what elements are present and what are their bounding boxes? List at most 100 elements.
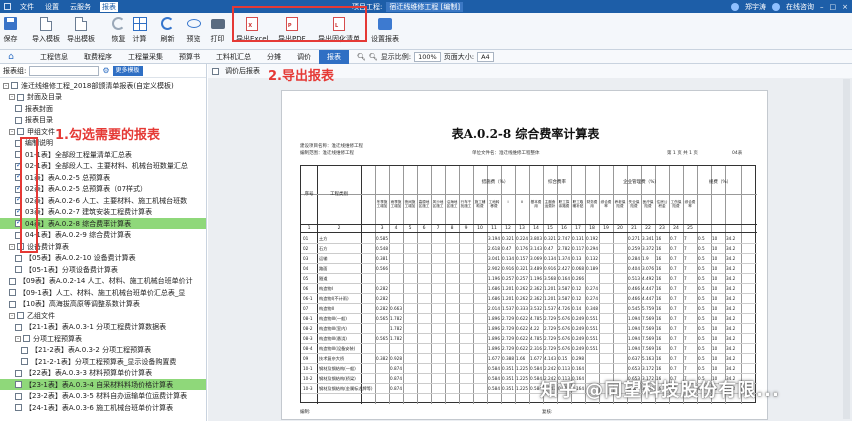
row-category: 构造物III(设备安装) xyxy=(319,346,356,351)
report-group-select[interactable] xyxy=(29,65,100,76)
report-checkbox[interactable] xyxy=(21,346,28,354)
print-button[interactable]: 打印 xyxy=(210,15,225,48)
tree-item[interactable]: 【21-1表】表A.0.3-1 分项工程费计算数据表 xyxy=(0,322,206,333)
tab-3[interactable]: 预算书 xyxy=(171,50,208,64)
header-fees: 规费（%） xyxy=(708,180,732,185)
report-checkbox[interactable] xyxy=(17,312,24,319)
report-checkbox[interactable] xyxy=(15,323,22,331)
vertical-scrollbar[interactable] xyxy=(843,79,850,419)
report-checkbox[interactable] xyxy=(9,300,16,308)
report-checkbox[interactable] xyxy=(15,105,22,112)
report-checkbox[interactable] xyxy=(17,128,24,135)
collapse-icon[interactable]: - xyxy=(9,243,15,250)
collapse-icon[interactable]: - xyxy=(9,312,15,319)
zoom-out-icon[interactable]: 🔍︎ xyxy=(357,53,366,61)
page-size-select[interactable]: A4 xyxy=(477,51,494,62)
report-checkbox[interactable] xyxy=(9,289,16,296)
tab-6[interactable]: 调价 xyxy=(289,50,319,64)
subheader-cell: 高原地区施工 xyxy=(418,200,430,208)
tab-4[interactable]: 工料机汇总 xyxy=(208,50,259,64)
report-checkbox[interactable] xyxy=(9,277,16,285)
tree-item-label: 封面及目录 xyxy=(27,93,62,101)
report-checkbox[interactable] xyxy=(15,404,22,411)
row-value: 0.622 xyxy=(516,336,528,341)
after-adjust-checkbox[interactable] xyxy=(212,67,219,75)
collapse-icon[interactable]: - xyxy=(15,335,21,342)
refresh-button[interactable]: 刷新 xyxy=(160,15,175,48)
minimize-button[interactable]: – xyxy=(820,3,824,11)
export-template-button[interactable]: 导出模板 xyxy=(67,15,95,48)
tree-item[interactable]: 【09表】表A.0.2-14 人工、材料、施工机械台班单价计 xyxy=(0,276,206,287)
user-name[interactable]: 郑宇涛 xyxy=(745,2,766,12)
row-value: 1.225 xyxy=(516,386,528,391)
row-no: 08-3 xyxy=(303,336,313,341)
row-no: 07 xyxy=(303,306,309,311)
row-value: 3.341 xyxy=(642,236,654,241)
report-checkbox[interactable] xyxy=(23,335,30,342)
tree-item[interactable]: 【21-2表】表A.0.3-2 分项工程预算表 xyxy=(0,345,206,356)
tab-2[interactable]: 工程量采集 xyxy=(120,50,171,64)
row-value: 0.916 xyxy=(502,266,514,271)
settings-button[interactable]: 设置报表 xyxy=(371,15,399,48)
row-value: 4.726 xyxy=(558,306,570,311)
filter-icon[interactable]: ⚙ xyxy=(102,66,109,75)
row-value: 5.676 xyxy=(558,346,570,351)
tree-item[interactable]: 【05-1表】分项设备费计算表 xyxy=(0,264,206,275)
restore-button[interactable]: 恢复 xyxy=(111,15,126,48)
tab-0[interactable]: 工程信息 xyxy=(32,50,76,64)
tab-7[interactable]: 报表 xyxy=(319,49,349,64)
calculate-button[interactable]: 计算 xyxy=(132,15,147,48)
menu-3[interactable]: 报表 xyxy=(100,1,118,12)
report-checkbox[interactable] xyxy=(15,254,22,262)
project-name[interactable]: 宿迁线维修工程 [编制] xyxy=(386,1,464,12)
tree-item[interactable]: - 封面及目录 xyxy=(0,92,206,103)
tree-item[interactable]: 【21-2-1表】分项工程预算表_显示设备购置费 xyxy=(0,356,206,367)
row-value: 1.196 xyxy=(530,276,542,281)
menu-2[interactable]: 云服务 xyxy=(68,2,93,12)
table-row: 07 构造物II 0.282 0.663 2.014 1.537 0.333 3.532 1.5… xyxy=(301,304,757,313)
report-checkbox[interactable] xyxy=(15,392,22,400)
zoom-in-icon[interactable]: 🔍︎ xyxy=(369,53,378,61)
report-checkbox[interactable] xyxy=(17,93,24,101)
preview-button[interactable]: 预览 xyxy=(186,15,201,48)
report-checkbox[interactable] xyxy=(11,82,18,89)
report-checkbox[interactable] xyxy=(15,266,22,273)
row-value: 0.7 xyxy=(670,346,677,351)
report-checkbox[interactable] xyxy=(15,116,22,124)
calculate-icon xyxy=(132,16,147,31)
table-row: 03 运输 0.381 3.041 0.134 0.157 3.069 0.134 1.374 0… xyxy=(301,254,757,263)
row-value: 1.9 xyxy=(642,256,649,261)
row-value: 4.785 xyxy=(530,336,542,341)
home-icon[interactable]: ⌂ xyxy=(4,50,18,64)
collapse-icon[interactable]: - xyxy=(9,94,15,100)
online-help-button[interactable]: 在线咨询 xyxy=(786,2,814,12)
tree-item[interactable]: 【23-2表】表A.0.3-5 材料自办运输单位运费计算表 xyxy=(0,391,206,402)
maximize-button[interactable]: □ xyxy=(830,3,837,11)
save-button[interactable]: 保存 xyxy=(3,15,18,48)
tree-item[interactable]: - 淮迁线维修工程_2018部颁清单报表(自定义模板) xyxy=(0,80,206,91)
menu-0[interactable]: 文件 xyxy=(18,2,36,12)
tree-item[interactable]: 【09-1表】人工、材料、施工机械台班单价汇总表_显 xyxy=(0,287,206,298)
more-templates-button[interactable]: 更多模板 xyxy=(112,65,143,76)
tree-item[interactable]: 【22表】表A.0.3-3 材料预算单价计算表 xyxy=(0,368,206,379)
tab-5[interactable]: 分摊 xyxy=(259,50,289,64)
tree-item[interactable]: 【10表】高海拔高原等调整系数计算表 xyxy=(0,299,206,310)
tree-item[interactable]: 报表封面 xyxy=(0,103,206,114)
collapse-icon[interactable]: - xyxy=(3,82,9,89)
col-number: 10 xyxy=(477,226,483,231)
collapse-icon[interactable]: - xyxy=(9,128,15,135)
import-button[interactable]: 导入模板 xyxy=(32,15,60,48)
report-checkbox[interactable] xyxy=(21,358,28,365)
tree-item[interactable]: - 分项工程预算表 xyxy=(0,333,206,344)
row-category: 石方 xyxy=(319,246,328,251)
zoom-select[interactable]: 100% xyxy=(414,51,441,62)
tree-item[interactable]: - 乙组文件 xyxy=(0,310,206,321)
close-button[interactable]: × xyxy=(842,3,848,11)
tree-item[interactable]: 【23-1表】表A.0.3-4 自采材料料场价格计算表 xyxy=(0,379,206,390)
menu-1[interactable]: 设置 xyxy=(43,2,61,12)
report-checkbox[interactable] xyxy=(15,369,22,377)
tree-item[interactable]: 【24-1表】表A.0.3-6 施工机械台班单价计算表 xyxy=(0,402,206,413)
tab-1[interactable]: 取费程序 xyxy=(76,50,120,64)
tree-item[interactable]: 【05表】表A.0.2-10 设备费计算表 xyxy=(0,253,206,264)
report-checkbox[interactable] xyxy=(15,381,22,388)
